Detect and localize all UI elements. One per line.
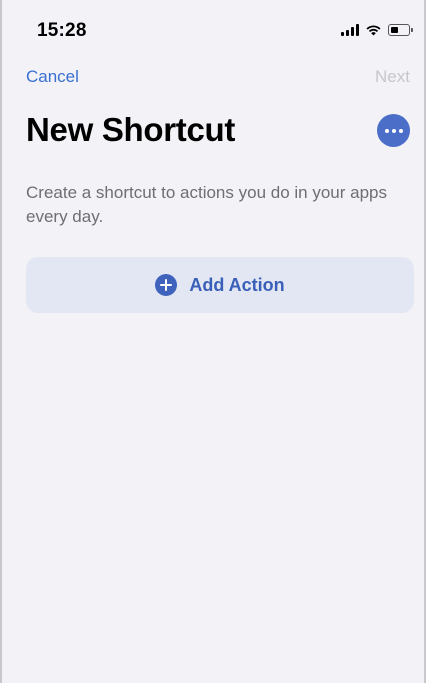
ellipsis-icon [384,128,389,133]
page-description: Create a shortcut to actions you do in y… [26,183,387,226]
cellular-signal-icon [341,24,359,36]
status-bar: 15:28 [2,0,424,56]
page-title: New Shortcut [26,111,236,148]
more-options-button[interactable] [377,114,410,147]
add-action-label: Add Action [189,274,285,295]
shortcut-editor-screen: 15:28 Cancel Next New Shortcut Create a … [0,0,426,683]
next-button[interactable]: Next [375,67,410,87]
cancel-button[interactable]: Cancel [26,67,79,87]
status-icons [341,22,413,36]
plus-circle-icon [155,274,178,296]
wifi-icon [366,25,381,36]
status-time: 15:28 [37,20,87,41]
add-action-button[interactable]: Add Action [26,257,414,313]
battery-icon [388,24,413,36]
